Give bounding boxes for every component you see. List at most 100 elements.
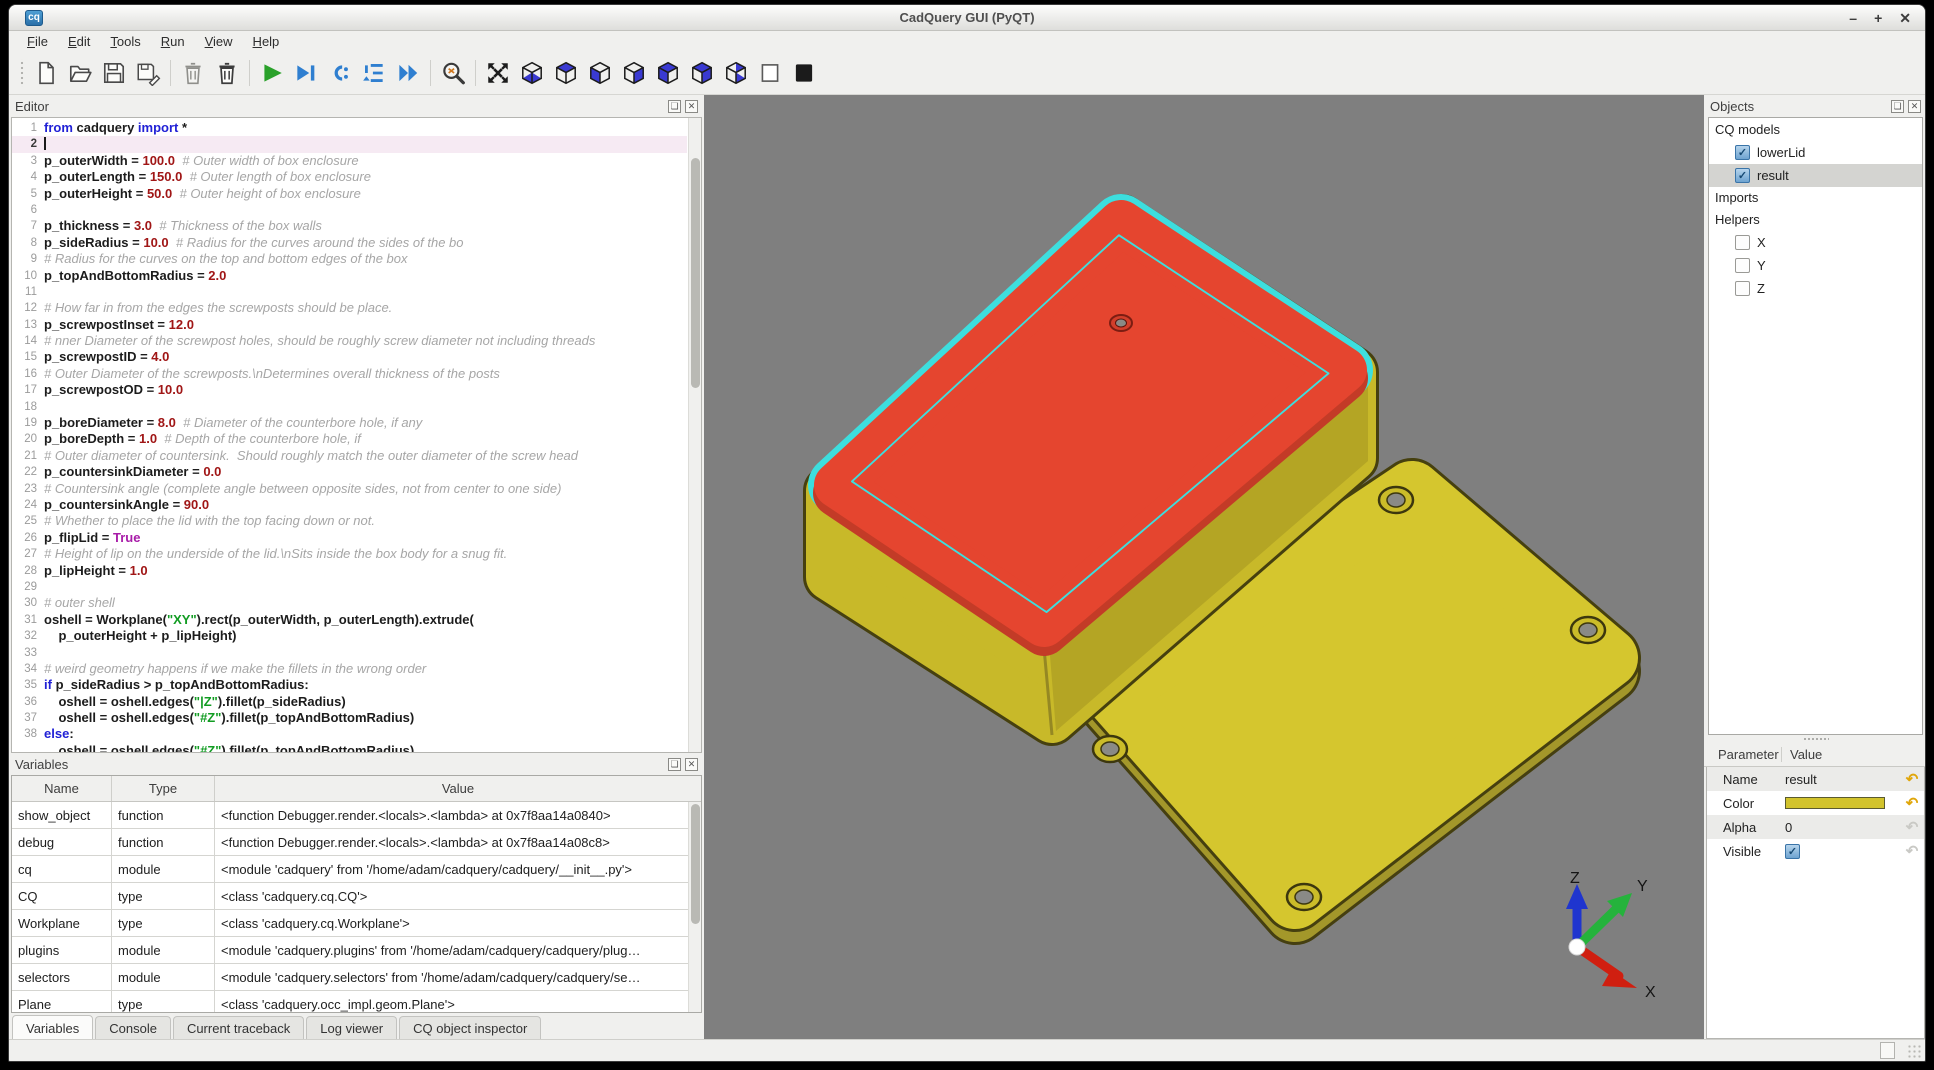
fit-view-button[interactable] [481,57,515,89]
viewport-3d[interactable]: Z Y X [704,95,1704,1039]
variable-row[interactable]: Workplanetype<class 'cadquery.cq.Workpla… [12,910,701,937]
view-cube-7-button[interactable] [719,57,753,89]
tree-item-x[interactable]: X [1709,231,1922,254]
view-cube-5-button[interactable] [651,57,685,89]
column-header-name[interactable]: Name [12,776,112,801]
run-button[interactable] [255,57,289,89]
editor-scrollbar-thumb[interactable] [691,158,700,388]
menu-file[interactable]: File [17,32,58,51]
step-list-button[interactable] [357,57,391,89]
toolbar-drag-handle[interactable] [19,59,25,87]
open-file-button[interactable] [63,57,97,89]
variable-row[interactable]: cqmodule<module 'cadquery' from '/home/a… [12,856,701,883]
variable-row[interactable]: selectorsmodule<module 'cadquery.selecto… [12,964,701,991]
tab-variables[interactable]: Variables [12,1015,93,1041]
param-value-color[interactable] [1771,797,1900,809]
tab-current-traceback[interactable]: Current traceback [173,1016,304,1041]
tree-item-z[interactable]: Z [1709,277,1922,300]
param-value-name[interactable]: result [1771,772,1900,787]
search-button[interactable] [436,57,470,89]
checkbox[interactable]: ✓ [1785,844,1800,859]
save-as-button[interactable] [131,57,165,89]
new-file-button[interactable] [29,57,63,89]
code-line[interactable]: 31oshell = Workplane("XY").rect(p_outerW… [12,612,687,628]
view-cube-2-button[interactable] [549,57,583,89]
code-line[interactable]: 2 [12,136,687,152]
code-line[interactable]: 14# nner Diameter of the screwpost holes… [12,333,687,349]
close-button[interactable]: ✕ [1899,11,1911,25]
code-line[interactable]: 3p_outerWidth = 100.0 # Outer width of b… [12,153,687,169]
tree-group-imports[interactable]: Imports [1709,187,1922,209]
code-line[interactable]: 38else: [12,726,687,742]
variable-row[interactable]: CQtype<class 'cadquery.cq.CQ'> [12,883,701,910]
debug-run-button[interactable] [289,57,323,89]
variables-scrollbar-thumb[interactable] [691,804,700,924]
menu-run[interactable]: Run [151,32,195,51]
menu-view[interactable]: View [195,32,243,51]
close-panel-icon[interactable]: ✕ [685,100,698,113]
tab-cq-object-inspector[interactable]: CQ object inspector [399,1016,541,1041]
code-line[interactable]: 17p_screwpostOD = 10.0 [12,382,687,398]
checkbox[interactable] [1735,235,1750,250]
code-line[interactable]: 30# outer shell [12,595,687,611]
view-cube-6-button[interactable] [685,57,719,89]
checkbox[interactable]: ✓ [1735,145,1750,160]
code-line[interactable]: 18 [12,399,687,415]
column-header-type[interactable]: Type [112,776,215,801]
code-line[interactable]: 10p_topAndBottomRadius = 2.0 [12,268,687,284]
float-panel-icon[interactable]: ❏ [668,758,681,771]
title-bar[interactable]: cq CadQuery GUI (PyQT) – + ✕ [9,5,1925,31]
view-cube-3-button[interactable] [583,57,617,89]
code-line[interactable]: 29 [12,579,687,595]
step-button[interactable] [323,57,357,89]
code-line[interactable]: 25# Whether to place the lid with the to… [12,513,687,529]
white-square-button[interactable] [753,57,787,89]
reset-icon[interactable]: ↶ [1900,770,1924,788]
maximize-button[interactable]: + [1874,11,1882,25]
viewport-canvas[interactable]: Z Y X [704,95,1704,1041]
code-line[interactable]: 37 oshell = oshell.edges("#Z").fillet(p_… [12,710,687,726]
code-line[interactable]: 8p_sideRadius = 10.0 # Radius for the cu… [12,235,687,251]
code-line[interactable]: 27# Height of lip on the underside of th… [12,546,687,562]
view-cube-1-button[interactable] [515,57,549,89]
code-line[interactable]: 32 p_outerHeight + p_lipHeight) [12,628,687,644]
code-line[interactable]: 21# Outer diameter of countersink. Shoul… [12,448,687,464]
menu-edit[interactable]: Edit [58,32,100,51]
checkbox[interactable]: ✓ [1735,168,1750,183]
code-line[interactable]: 28p_lipHeight = 1.0 [12,563,687,579]
tree-item-result[interactable]: ✓result [1709,164,1922,187]
code-line[interactable]: 20p_boreDepth = 1.0 # Depth of the count… [12,431,687,447]
code-line[interactable]: 16# Outer Diameter of the screwposts.\nD… [12,366,687,382]
tree-item-y[interactable]: Y [1709,254,1922,277]
delete-all-button[interactable] [210,57,244,89]
variable-row[interactable]: pluginsmodule<module 'cadquery.plugins' … [12,937,701,964]
param-value-alpha[interactable]: 0 [1771,820,1900,835]
code-line[interactable]: 15p_screwpostID = 4.0 [12,349,687,365]
float-panel-icon[interactable]: ❏ [668,100,681,113]
code-line[interactable]: 5p_outerHeight = 50.0 # Outer height of … [12,186,687,202]
minimize-button[interactable]: – [1849,11,1857,25]
variables-scrollbar[interactable] [688,802,701,1012]
reset-icon[interactable]: ↶ [1900,818,1924,836]
resize-grip[interactable] [1907,1044,1921,1058]
code-line[interactable]: 9# Radius for the curves on the top and … [12,251,687,267]
code-line[interactable]: 24p_countersinkAngle = 90.0 [12,497,687,513]
code-line[interactable]: 23# Countersink angle (complete angle be… [12,481,687,497]
menu-tools[interactable]: Tools [100,32,150,51]
reset-icon[interactable]: ↶ [1900,794,1924,812]
black-square-button[interactable] [787,57,821,89]
checkbox[interactable] [1735,281,1750,296]
variable-row[interactable]: show_objectfunction<function Debugger.re… [12,802,701,829]
code-editor[interactable]: 1from cadquery import *23p_outerWidth = … [11,117,702,753]
code-line[interactable]: 36 oshell = oshell.edges("|Z").fillet(p_… [12,694,687,710]
tree-group-helpers[interactable]: Helpers [1709,209,1922,231]
delete-button[interactable] [176,57,210,89]
tree-group-cq-models[interactable]: CQ models [1709,119,1922,141]
editor-scrollbar[interactable] [688,118,701,752]
close-panel-icon[interactable]: ✕ [1908,100,1921,113]
view-cube-4-button[interactable] [617,57,651,89]
float-panel-icon[interactable]: ❏ [1891,100,1904,113]
variable-row[interactable]: debugfunction<function Debugger.render.<… [12,829,701,856]
color-swatch[interactable] [1785,797,1885,809]
code-line[interactable]: 34# weird geometry happens if we make th… [12,661,687,677]
